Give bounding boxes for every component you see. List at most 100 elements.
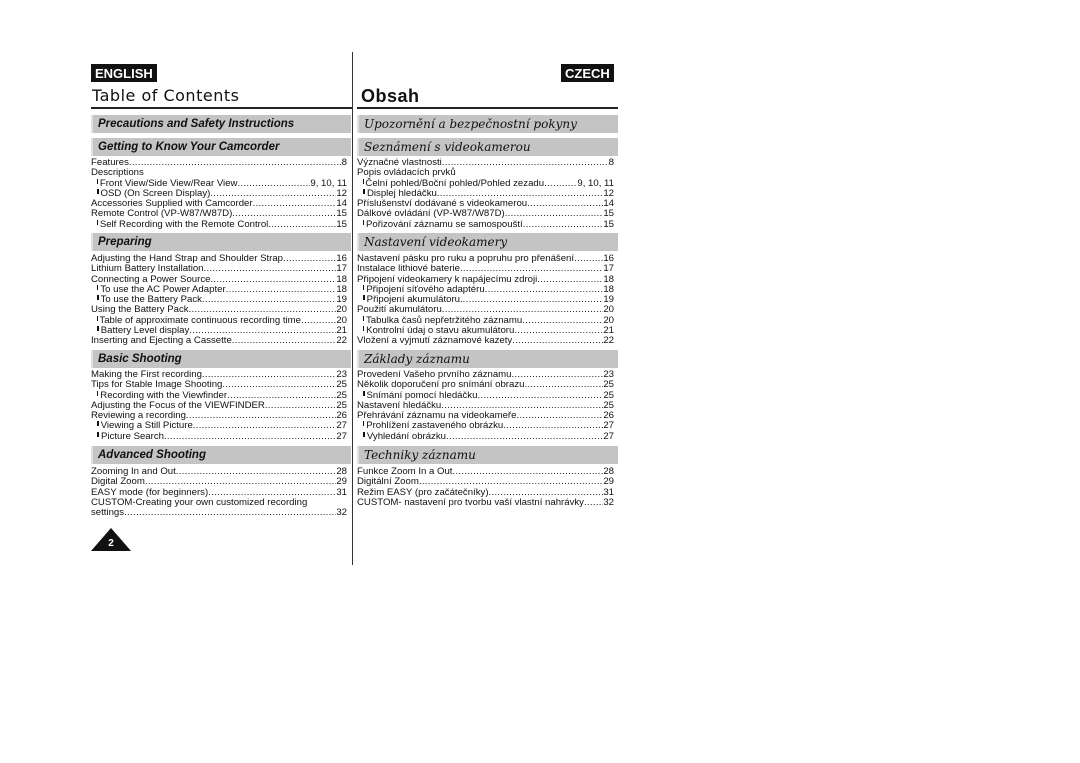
toc-entry[interactable]: Dálkové ovládání (VP-W87/W87D) 15 bbox=[357, 208, 614, 220]
dot-leader bbox=[193, 421, 337, 431]
toc-entry[interactable]: CUSTOM- nastavení pro tvorbu vaší vlastn… bbox=[357, 496, 614, 508]
toc-entry-title: Picture Search bbox=[101, 430, 164, 442]
toc-entry-page: 29 bbox=[336, 476, 347, 488]
bullet-icon bbox=[97, 421, 99, 427]
bullet-icon bbox=[363, 421, 365, 427]
toc-entry[interactable]: Self Recording with the Remote Control 15 bbox=[91, 219, 347, 230]
toc-entry-page: 27 bbox=[336, 430, 347, 442]
toc-entry-page: 25 bbox=[603, 379, 614, 391]
dot-leader bbox=[232, 209, 336, 219]
toc-entry[interactable]: Digitální Zoom 29 bbox=[357, 476, 614, 487]
dot-leader bbox=[514, 326, 603, 336]
toc-entry[interactable]: Descriptions bbox=[91, 167, 347, 179]
toc-entry-list: Význačné vlastnosti8Popis ovládacích prv… bbox=[357, 157, 614, 230]
toc-entry[interactable]: Použití akumulátoru 20 bbox=[357, 304, 614, 316]
section-heading[interactable]: Základy záznamu bbox=[357, 350, 618, 368]
dot-leader bbox=[537, 275, 603, 285]
toc-entry-page: 27 bbox=[603, 430, 614, 442]
toc-entry-title: Použití akumulátoru bbox=[357, 304, 442, 316]
toc-entry-title: Popis ovládacích prvků bbox=[357, 167, 456, 179]
toc-entry[interactable]: Using the Battery Pack 20 bbox=[91, 304, 347, 315]
bullet-icon bbox=[97, 219, 98, 225]
english-badge: ENGLISH bbox=[91, 64, 157, 82]
dot-leader bbox=[301, 316, 336, 326]
czech-badge: CZECH bbox=[561, 64, 614, 82]
dot-leader bbox=[253, 199, 337, 209]
section-heading[interactable]: Techniky záznamu bbox=[357, 446, 618, 464]
toc-entry-title: Tips for Stable Image Shooting bbox=[91, 379, 223, 391]
dot-leader bbox=[124, 508, 336, 518]
toc-entry-page: 27 bbox=[603, 420, 614, 432]
section-heading[interactable]: Seznámení s videokamerou bbox=[357, 138, 618, 156]
toc-entry[interactable]: Viewing a Still Picture 27 bbox=[91, 420, 347, 432]
toc-entry-title: CUSTOM- nastavení pro tvorbu vaší vlastn… bbox=[357, 496, 584, 508]
section-heading[interactable]: Preparing bbox=[91, 233, 351, 251]
toc-entry[interactable]: Digital Zoom 29 bbox=[91, 476, 347, 488]
toc-entry-title: Viewing a Still Picture bbox=[100, 420, 193, 432]
section-heading[interactable]: Precautions and Safety Instructions bbox=[91, 115, 351, 133]
czech-page-title: Obsah bbox=[361, 86, 420, 106]
toc-entry[interactable]: Popis ovládacích prvků bbox=[357, 167, 614, 179]
toc-entry-title: Remote Control (VP-W87/W87D) bbox=[91, 208, 233, 220]
toc-entry-page: 31 bbox=[336, 486, 347, 498]
toc-entry-page: 15 bbox=[603, 208, 614, 220]
toc-entry[interactable]: settings 32 bbox=[91, 507, 347, 518]
bullet-icon bbox=[363, 284, 365, 290]
toc-entry[interactable]: Vložení a vyjmutí záznamové kazety 22 bbox=[357, 335, 614, 346]
dot-leader bbox=[523, 220, 604, 230]
section-heading[interactable]: Upozornění a bezpečnostní pokyny bbox=[357, 115, 618, 133]
dot-leader bbox=[485, 285, 604, 295]
toc-entry[interactable]: Prohlížení zastaveného obrázku 27 bbox=[357, 420, 614, 432]
dot-leader bbox=[265, 401, 337, 411]
toc-entry[interactable]: Vyhledání obrázku 27 bbox=[357, 430, 614, 442]
toc-entry-title: Digital Zoom bbox=[91, 476, 145, 488]
toc-entry[interactable]: Pořizování záznamu se samospouští 15 bbox=[357, 218, 614, 230]
toc-entry-title: Dálkové ovládání (VP-W87/W87D) bbox=[357, 208, 505, 220]
toc-entry[interactable]: Několik doporučení pro snímání obrazu 25 bbox=[357, 379, 614, 391]
dot-leader bbox=[516, 411, 603, 421]
toc-entry-page: 8 bbox=[341, 157, 347, 168]
dot-leader bbox=[129, 158, 342, 168]
english-page-title: Table of Contents bbox=[92, 86, 240, 105]
dot-leader bbox=[268, 220, 336, 230]
toc-entry-list: Zooming In and Out28Digital Zoom29EASY m… bbox=[91, 466, 347, 518]
toc-entry-page: 32 bbox=[336, 507, 347, 518]
toc-entry-page: 22 bbox=[336, 335, 347, 346]
toc-entry[interactable]: Lithium Battery Installation 17 bbox=[91, 263, 347, 275]
dot-leader bbox=[144, 168, 347, 178]
dot-leader bbox=[477, 391, 603, 401]
section-heading[interactable]: Advanced Shooting bbox=[91, 446, 351, 464]
toc-entry-title: Lithium Battery Installation bbox=[91, 263, 204, 275]
dot-leader bbox=[574, 254, 603, 264]
dot-leader bbox=[511, 370, 603, 380]
toc-entry-title: settings bbox=[91, 507, 125, 518]
czech-title-rule bbox=[357, 107, 618, 109]
bullet-icon bbox=[97, 295, 99, 300]
dot-leader bbox=[283, 254, 336, 264]
bullet-icon bbox=[363, 325, 365, 331]
toc-entry-title: Descriptions bbox=[91, 167, 144, 179]
toc-entry-page: 22 bbox=[603, 335, 614, 346]
toc-entry-title: Pořizování záznamu se samospouští bbox=[365, 218, 523, 230]
dot-leader bbox=[522, 316, 603, 326]
toc-entry[interactable]: Picture Search 27 bbox=[91, 430, 347, 442]
dot-leader bbox=[210, 275, 336, 285]
toc-entry-page: 20 bbox=[603, 304, 614, 316]
dot-leader bbox=[442, 158, 609, 168]
toc-entry[interactable]: Tips for Stable Image Shooting 25 bbox=[91, 379, 347, 391]
page-number: 2 bbox=[108, 538, 114, 549]
dot-leader bbox=[222, 380, 336, 390]
bullet-icon bbox=[97, 390, 99, 396]
toc-entry-page: 27 bbox=[336, 420, 347, 432]
section-heading[interactable]: Nastavení videokamery bbox=[357, 233, 618, 251]
toc-entry[interactable]: Instalace lithiové baterie 17 bbox=[357, 263, 614, 274]
dot-leader bbox=[527, 199, 603, 209]
section-heading[interactable]: Getting to Know Your Camcorder bbox=[91, 138, 351, 156]
toc-entry[interactable]: Inserting and Ejecting a Cassette 22 bbox=[91, 335, 347, 346]
section-heading[interactable]: Basic Shooting bbox=[91, 350, 351, 368]
dot-leader bbox=[505, 209, 604, 219]
toc-entry-list: Adjusting the Hand Strap and Shoulder St… bbox=[91, 253, 347, 346]
dot-leader bbox=[544, 179, 577, 189]
toc-entry[interactable]: Remote Control (VP-W87/W87D) 15 bbox=[91, 208, 347, 220]
toc-entry[interactable]: CUSTOM-Creating your own customized reco… bbox=[91, 497, 347, 508]
